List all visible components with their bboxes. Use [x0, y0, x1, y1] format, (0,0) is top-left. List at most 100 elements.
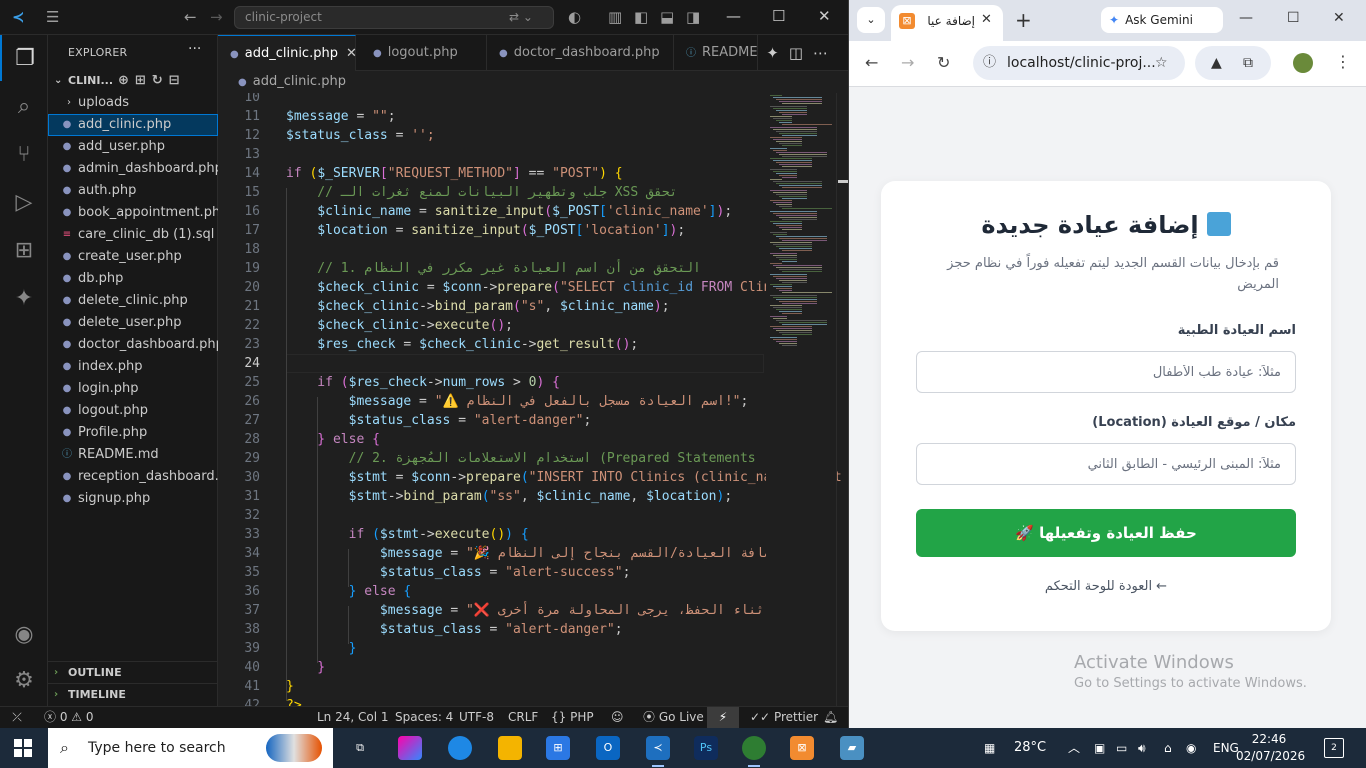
location-icon[interactable]: ◉	[1186, 728, 1196, 768]
file-item[interactable]: ● add_user.php	[48, 136, 218, 158]
end-of-line[interactable]: CRLF	[508, 707, 538, 728]
run-debug-icon[interactable]: ▷	[0, 179, 48, 225]
chrome-taskbar-icon[interactable]	[742, 736, 766, 767]
explorer-icon[interactable]: ❐	[0, 35, 48, 81]
tab-add-clinic[interactable]: ● add_clinic.php ✕	[218, 35, 357, 71]
code-line[interactable]: $message = "⚠️ اسم العيادة مسجل بالفعل ف…	[286, 392, 749, 411]
command-center[interactable]: clinic-project ⇄ ⌄	[234, 6, 554, 29]
file-item[interactable]: ● doctor_dashboard.php	[48, 334, 218, 356]
reload-icon[interactable]: ↻	[937, 53, 950, 72]
code-line[interactable]: }	[286, 677, 294, 696]
source-control-icon[interactable]: ⑂	[0, 131, 48, 177]
edge-browser-icon[interactable]	[448, 736, 472, 760]
search-icon[interactable]: ⌕	[0, 83, 48, 129]
mountain-extension-icon[interactable]: ▲	[1211, 46, 1222, 80]
code-line[interactable]: if ($res_check->num_rows > 0) {	[286, 373, 560, 392]
prettier-button[interactable]: ✓✓ Prettier	[750, 707, 818, 728]
maximize-icon[interactable]: ☐	[772, 7, 785, 25]
file-item[interactable]: ● reception_dashboard....	[48, 466, 218, 488]
code-line[interactable]: }	[286, 658, 325, 677]
tab-doctor-dashboard[interactable]: ● doctor_dashboard.php	[487, 35, 674, 71]
toggle-secondary-sidebar-icon[interactable]: ◨	[686, 8, 700, 26]
file-item[interactable]: ● db.php	[48, 268, 218, 290]
toggle-sidebar-icon[interactable]: ◧	[634, 8, 648, 26]
code-line[interactable]: // 1. التحقق من أن اسم العيادة غير مكرر …	[286, 259, 701, 278]
show-hidden-icons-icon[interactable]: ︿	[1068, 728, 1080, 768]
code-line[interactable]: $stmt->bind_param("ss", $clinic_name, $l…	[286, 487, 733, 506]
accounts-icon[interactable]: ◉	[0, 611, 48, 657]
toggle-panel-icon[interactable]: ⬓	[660, 8, 674, 26]
clinic-name-input[interactable]	[916, 351, 1296, 393]
encoding[interactable]: UTF-8	[459, 707, 494, 728]
bookmark-star-icon[interactable]: ☆	[1155, 46, 1168, 80]
file-item[interactable]: ● delete_clinic.php	[48, 290, 218, 312]
file-item[interactable]: ● auth.php	[48, 180, 218, 202]
scrollbar-thumb[interactable]	[838, 180, 848, 183]
indentation[interactable]: Spaces: 4	[395, 707, 453, 728]
minimap[interactable]	[766, 93, 836, 706]
code-line[interactable]: $check_clinic = $conn->prepare("SELECT c…	[286, 278, 771, 297]
tab-search-icon[interactable]: ⌄	[857, 7, 885, 33]
more-actions-icon[interactable]: ···	[188, 41, 201, 57]
file-item[interactable]: ● signup.php	[48, 488, 218, 510]
copilot-chat-icon[interactable]: ◐	[568, 8, 581, 26]
back-arrow-icon[interactable]: ←	[184, 8, 197, 26]
code-line[interactable]: $location = sanitize_input($_POST['locat…	[286, 221, 685, 240]
windows-start-icon[interactable]	[14, 739, 32, 757]
explorer-actions[interactable]: ⊕⊞↻⊟	[118, 70, 186, 92]
file-item[interactable]: ● logout.php	[48, 400, 218, 422]
notifications-bell-icon[interactable]: 🔔︎	[823, 707, 838, 728]
clinic-location-input[interactable]	[916, 443, 1296, 485]
code-editor[interactable]: 10 11 12 13 14 15 16 17 18 19 20 21 22 23 24 25 26 27 28 29…	[218, 93, 848, 706]
code-line[interactable]: // جلب وتطهير البيانات لمنع ثغرات الـ XS…	[286, 183, 677, 202]
code-line[interactable]: $res_check = $check_clinic->get_result()…	[286, 335, 638, 354]
code-line[interactable]: $status_class = "alert-danger";	[286, 620, 623, 639]
copilot-icon[interactable]: ✦	[0, 275, 48, 321]
file-item[interactable]: ● login.php	[48, 378, 218, 400]
folder-item[interactable]: › uploads	[48, 92, 218, 114]
copilot-app-icon[interactable]	[398, 736, 422, 760]
code-line[interactable]: if ($_SERVER["REQUEST_METHOD"] == "POST"…	[286, 164, 623, 183]
file-item[interactable]: ● create_user.php	[48, 246, 218, 268]
file-item[interactable]: ● add_clinic.php	[48, 114, 218, 136]
chrome-menu-icon[interactable]: ⋮	[1335, 52, 1351, 71]
maximize-icon[interactable]: ☐	[1287, 10, 1300, 26]
tab-readme[interactable]: ⓘ README	[674, 35, 758, 71]
code-line[interactable]: $clinic_name = sanitize_input($_POST['cl…	[286, 202, 732, 221]
copilot-status-icon[interactable]: ☺	[611, 707, 624, 728]
code-line[interactable]: } else {	[286, 582, 412, 601]
settings-gear-icon[interactable]: ⚙	[0, 657, 48, 703]
code-line[interactable]: $check_clinic->bind_param("s", $clinic_n…	[286, 297, 669, 316]
code-line[interactable]: } else {	[286, 430, 380, 449]
profile-avatar[interactable]	[1293, 53, 1313, 73]
cursor-position[interactable]: Ln 24, Col 1	[317, 707, 389, 728]
tab-logout[interactable]: ● logout.php	[361, 35, 487, 71]
ask-gemini-button[interactable]: ✦ Ask Gemini	[1101, 7, 1223, 33]
code-line[interactable]: $stmt = $conn->prepare("INSERT INTO Clin…	[286, 468, 842, 487]
chrome-tab-active[interactable]: ⊠ إضافة عيا ✕	[891, 5, 1003, 41]
editor-scrollbar[interactable]	[836, 93, 848, 706]
save-clinic-button[interactable]: حفظ العيادة وتفعيلها 🚀	[916, 509, 1296, 557]
notification-center-icon[interactable]: 2	[1324, 738, 1344, 758]
outlook-icon[interactable]: O	[596, 736, 620, 760]
code-line[interactable]: $check_clinic->execute();	[286, 316, 513, 335]
editor-actions[interactable]: ✦◫⋯	[766, 44, 838, 62]
file-item[interactable]: ≡ care_clinic_db (1).sql	[48, 224, 218, 246]
vscode-taskbar-icon[interactable]: ≺	[646, 736, 670, 767]
file-item[interactable]: ● admin_dashboard.php	[48, 158, 218, 180]
volume-icon[interactable]: 🔊︎	[1138, 728, 1146, 768]
file-item[interactable]: ● delete_user.php	[48, 312, 218, 334]
file-item[interactable]: ● book_appointment.php	[48, 202, 218, 224]
extensions-icon[interactable]: ⊞	[0, 227, 48, 273]
file-item[interactable]: ● Profile.php	[48, 422, 218, 444]
xampp-icon[interactable]: ⊠	[790, 736, 814, 760]
code-line[interactable]: $status_class = '';	[286, 126, 435, 145]
close-icon[interactable]: ✕	[818, 7, 831, 25]
address-bar[interactable]: ⓘ localhost/clinic-proj... ☆	[973, 46, 1185, 80]
close-tab-icon[interactable]: ✕	[981, 12, 992, 27]
site-info-icon[interactable]: ⓘ	[983, 46, 996, 80]
photoshop-icon[interactable]: Ps	[694, 736, 718, 760]
new-tab-icon[interactable]: +	[1015, 8, 1032, 32]
layout-icon[interactable]: ▥	[608, 8, 622, 26]
file-item[interactable]: ● index.php	[48, 356, 218, 378]
